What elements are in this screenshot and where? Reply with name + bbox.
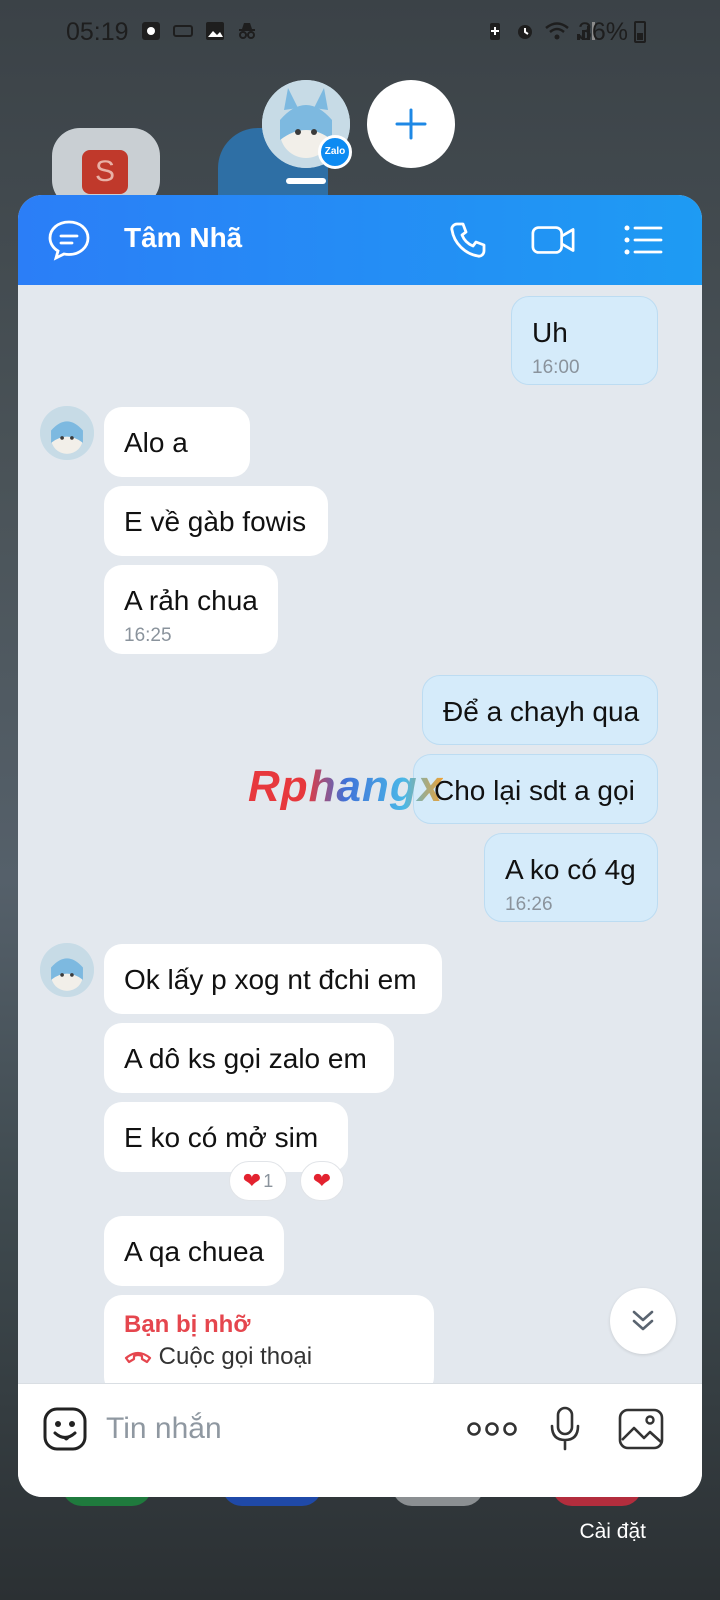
message-time: 16:00 <box>532 357 580 378</box>
chat-options-button[interactable] <box>620 217 666 263</box>
chat-bubble-icon <box>48 220 90 261</box>
alarm-icon <box>514 20 536 42</box>
phone-icon <box>450 222 486 258</box>
message-text: Để a chayh qua <box>443 696 640 727</box>
incoming-message[interactable]: Alo a <box>104 407 250 477</box>
missed-call-subtitle-text: Cuộc gọi thoại <box>158 1343 313 1370</box>
incoming-message[interactable]: E về gàb fowis <box>104 486 328 556</box>
watermark-logo: Rphangx <box>248 762 444 811</box>
contact-avatar[interactable] <box>40 943 94 997</box>
microphone-icon <box>550 1406 580 1451</box>
scroll-to-bottom-button[interactable] <box>610 1288 676 1354</box>
sticker-button[interactable] <box>40 1404 90 1454</box>
heart-icon: ❤ <box>242 1168 262 1193</box>
outgoing-message[interactable]: Uh 16:00 <box>511 296 658 385</box>
notification-icon <box>140 20 162 42</box>
double-chevron-down-icon <box>632 1310 654 1331</box>
incoming-message[interactable]: A rảh chua 16:25 <box>104 565 278 654</box>
message-text: A qa chuea <box>124 1236 265 1267</box>
send-image-button[interactable] <box>616 1404 666 1454</box>
battery-saver-icon <box>484 20 506 42</box>
outgoing-message[interactable]: Để a chayh qua <box>422 675 658 745</box>
incoming-message[interactable]: E ko có mở sim <box>104 1102 348 1172</box>
message-text: Alo a <box>124 427 188 458</box>
message-time: 16:25 <box>124 625 172 646</box>
message-time: 16:26 <box>505 894 553 915</box>
chat-list-button[interactable] <box>46 217 92 263</box>
add-bubble-button[interactable] <box>367 80 455 168</box>
message-text: Cho lại sdt a gọi <box>434 775 635 806</box>
plus-icon <box>395 108 427 140</box>
message-text: A ko có 4g <box>505 854 636 885</box>
missed-call-subtitle: Cuộc gọi thoại <box>124 1343 312 1371</box>
status-time: 05:19 <box>66 18 129 46</box>
battery-icon <box>634 21 646 43</box>
video-call-button[interactable] <box>530 217 576 263</box>
video-camera-icon <box>531 226 575 254</box>
emoji-icon <box>43 1407 87 1451</box>
zalo-badge-icon: Zalo <box>318 135 352 169</box>
settings-link[interactable]: Cài đặt <box>579 1520 646 1544</box>
message-input-bar: Tin nhắn <box>18 1383 702 1497</box>
incoming-message[interactable]: Ok lấy p xog nt đchi em <box>104 944 442 1014</box>
gallery-icon <box>204 20 226 42</box>
chat-header: Tâm Nhã <box>18 195 702 285</box>
message-text: A rảh chua <box>124 585 258 616</box>
battery-percent: 36% <box>577 18 628 46</box>
incoming-message[interactable]: A dô ks gọi zalo em <box>104 1023 394 1093</box>
status-bar: 05:19 36% <box>0 0 720 64</box>
message-text: A dô ks gọi zalo em <box>124 1043 367 1074</box>
image-icon <box>618 1408 664 1450</box>
react-button[interactable]: ❤ <box>300 1161 344 1201</box>
active-head-indicator <box>286 178 326 184</box>
chat-panel: Tâm Nhã Uh 16:00 Alo a E về gàb fowis A … <box>18 195 702 1497</box>
incoming-message[interactable]: A qa chuea <box>104 1216 284 1286</box>
reaction-count: 1 <box>263 1170 274 1191</box>
heart-icon: ❤ <box>312 1168 332 1193</box>
message-text: Ok lấy p xog nt đchi em <box>124 964 417 995</box>
contact-avatar[interactable] <box>40 406 94 460</box>
missed-call-title: Bạn bị nhỡ <box>124 1311 251 1338</box>
message-text: Uh <box>532 317 568 348</box>
message-text: E về gàb fowis <box>124 506 307 537</box>
contact-name[interactable]: Tâm Nhã <box>124 222 242 254</box>
more-options-button[interactable] <box>462 1404 522 1454</box>
outgoing-message[interactable]: A ko có 4g 16:26 <box>484 833 658 922</box>
outgoing-message[interactable]: Cho lại sdt a gọi <box>413 754 658 824</box>
list-menu-icon <box>624 225 663 255</box>
reaction-summary[interactable]: ❤ 1 <box>229 1161 287 1201</box>
message-input[interactable]: Tin nhắn <box>106 1412 222 1446</box>
message-text: E ko có mở sim <box>124 1122 319 1153</box>
incognito-icon <box>236 20 258 42</box>
app-notification-icon <box>172 20 194 42</box>
voice-message-button[interactable] <box>540 1404 590 1454</box>
voice-call-button[interactable] <box>445 217 491 263</box>
missed-call-icon <box>124 1347 152 1364</box>
missed-call-card[interactable]: Bạn bị nhỡ Cuộc gọi thoại <box>104 1295 434 1395</box>
more-dots-icon <box>467 1422 517 1436</box>
wifi-icon <box>544 20 569 42</box>
